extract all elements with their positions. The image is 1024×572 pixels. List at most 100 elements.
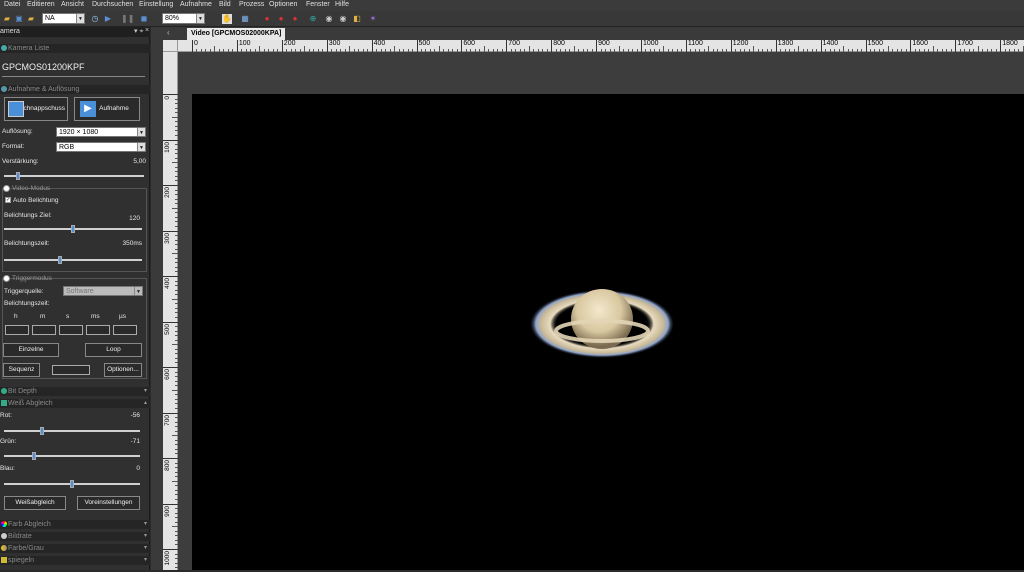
section-frame-rate[interactable]: Bildrate ▾ <box>0 532 150 541</box>
format-select[interactable]: RGB ▼ <box>56 142 146 152</box>
section-color-gray[interactable]: Farbe/Grau ▾ <box>0 544 150 553</box>
green-slider-thumb[interactable] <box>31 452 36 460</box>
star-icon[interactable]: ✶ <box>368 14 378 24</box>
image-icon[interactable]: ▦ <box>240 14 250 24</box>
h-ruler-label: 1800 <box>1002 40 1018 47</box>
menu-bar: Datei Editieren Ansicht Durchsuchen Eins… <box>0 0 1024 11</box>
section-mirror[interactable]: spiegeln ▾ <box>0 556 150 565</box>
menu-prozess[interactable]: Prozess <box>239 1 264 8</box>
options-button[interactable]: Optionen... <box>104 363 142 377</box>
menu-bild[interactable]: Bild <box>219 1 231 8</box>
section-capture[interactable]: Aufnahme & Auflösung <box>0 85 150 94</box>
minutes-spinner[interactable] <box>32 325 56 335</box>
section-color-balance[interactable]: Farb Abgleich ▾ <box>0 520 150 529</box>
pin-icon[interactable]: ▾ ⌖ <box>134 27 143 36</box>
open-folder-icon[interactable]: ▰ <box>2 14 12 24</box>
device-combo[interactable]: NA ▼ <box>42 13 85 24</box>
seconds-spinner[interactable] <box>59 325 83 335</box>
circle-icon[interactable]: ◉ <box>338 14 348 24</box>
unit-us: µs <box>119 313 126 320</box>
zoom-combo[interactable]: 80% ▼ <box>162 13 205 24</box>
camera-panel: amera ▾ ⌖ × Kamera Liste GPCMOS01200KPF … <box>0 27 150 570</box>
h-ruler-label: 1200 <box>732 40 749 47</box>
exposure-target-slider[interactable] <box>4 225 142 233</box>
sequence-count-spinner[interactable] <box>52 365 90 375</box>
resolution-select[interactable]: 1920 × 1080 ▼ <box>56 127 146 137</box>
section-mirror-label: spiegeln <box>8 557 35 564</box>
menu-optionen[interactable]: Optionen <box>269 1 297 8</box>
menu-editieren[interactable]: Editieren <box>27 1 55 8</box>
vertical-ruler: 0 100 200 300 400 500 600 700 800 900 1000 <box>163 52 178 570</box>
exposure-time-slider[interactable] <box>4 256 142 264</box>
record-icon[interactable]: ◼ <box>139 14 149 24</box>
record-button[interactable]: ▶ Aufnahme <box>74 97 140 121</box>
blue-value: 0 <box>136 465 140 472</box>
time-spinners: h m s ms µs <box>3 313 143 337</box>
menu-durchsuchen[interactable]: Durchsuchen <box>92 1 133 8</box>
h-ruler-major-tick <box>506 40 508 52</box>
horizontal-ruler: 0 100 200 300 400 500 600 700 800 900 1000 1100 1200… <box>178 40 1024 52</box>
video-preview[interactable] <box>192 94 1024 570</box>
blue-slider[interactable] <box>4 480 140 488</box>
gain-value: 5,00 <box>133 158 146 165</box>
h-ruler-major-tick <box>955 40 957 52</box>
camera-icon <box>8 101 24 117</box>
clock-icon[interactable]: ◷ <box>90 14 100 24</box>
ms-spinner[interactable] <box>86 325 110 335</box>
v-ruler-major-tick <box>163 549 178 550</box>
gain-slider[interactable] <box>4 172 144 180</box>
toolbar: ▰ ▣ ▰ NA ▼ ◷ ▶ ❚❚ ◼ 80% ▼ ✋ ▦ ● ● ● ⊕ ◉ … <box>0 11 1024 27</box>
h-ruler-major-tick <box>192 40 193 52</box>
hand-icon[interactable]: ✋ <box>222 14 232 24</box>
blue-slider-thumb[interactable] <box>70 480 74 488</box>
circle-icon[interactable]: ◉ <box>324 14 334 24</box>
menu-fenster[interactable]: Fenster <box>306 1 330 8</box>
pause-icon[interactable]: ❚❚ <box>121 14 134 24</box>
gain-slider-thumb[interactable] <box>16 172 21 180</box>
h-ruler-label: 1300 <box>777 40 794 47</box>
play-icon[interactable]: ▶ <box>103 14 113 24</box>
exposure-time-label: Belichtungszeit: <box>4 240 50 247</box>
exposure-time-thumb[interactable] <box>57 256 62 264</box>
crosshair-icon[interactable]: ⊕ <box>308 14 318 24</box>
green-slider[interactable] <box>4 452 140 460</box>
single-button[interactable]: Einzelne <box>3 343 59 357</box>
format-label: Format: <box>2 143 25 150</box>
tool-icon[interactable]: ◧ <box>352 14 362 24</box>
save-icon[interactable]: ▣ <box>14 14 24 24</box>
menu-aufnahme[interactable]: Aufnahme <box>180 1 212 8</box>
close-icon[interactable]: × <box>145 27 149 34</box>
tab-video[interactable]: Video [GPCMOS02000KPA] <box>187 28 286 40</box>
menu-ansicht[interactable]: Ansicht <box>61 1 84 8</box>
saturn-image <box>530 289 674 358</box>
trigger-source-select[interactable]: Software ▼ <box>63 286 143 296</box>
red-slider-thumb[interactable] <box>39 427 44 435</box>
red-slider[interactable] <box>4 427 140 435</box>
chevron-left-icon[interactable]: ‹ <box>167 28 170 37</box>
section-white-balance[interactable]: Weiß Abgleich ▴ <box>0 399 150 408</box>
frame-rate-icon <box>1 533 7 539</box>
sequence-button[interactable]: Sequenz <box>3 363 40 377</box>
trigger-mode-radio[interactable] <box>3 275 10 282</box>
hours-spinner[interactable] <box>5 325 29 335</box>
section-camera-list[interactable]: Kamera Liste <box>0 44 150 53</box>
white-balance-button[interactable]: Weißabgleich <box>4 496 66 510</box>
snapshot-button[interactable]: Schnappschuss <box>4 97 68 121</box>
loop-button[interactable]: Loop <box>85 343 142 357</box>
red-circle-icon[interactable]: ● <box>262 14 272 24</box>
us-spinner[interactable] <box>113 325 137 335</box>
menu-datei[interactable]: Datei <box>4 1 20 8</box>
menu-hilfe[interactable]: Hilfe <box>335 1 349 8</box>
section-bit-depth[interactable]: Bit Depth ▾ <box>0 387 150 396</box>
panel-splitter[interactable] <box>151 27 163 570</box>
green-value: -71 <box>130 438 140 445</box>
red-circle-icon[interactable]: ● <box>290 14 300 24</box>
auto-exposure-checkbox[interactable]: ✓ <box>5 197 11 203</box>
menu-einstellung[interactable]: Einstellung <box>139 1 173 8</box>
folder-icon[interactable]: ▰ <box>26 14 36 24</box>
camera-list-item[interactable]: GPCMOS01200KPF <box>2 55 145 77</box>
red-circle-icon[interactable]: ● <box>276 14 286 24</box>
defaults-button[interactable]: Voreinstellungen <box>77 496 140 510</box>
video-mode-radio[interactable] <box>3 185 10 192</box>
exposure-target-thumb[interactable] <box>71 225 75 233</box>
